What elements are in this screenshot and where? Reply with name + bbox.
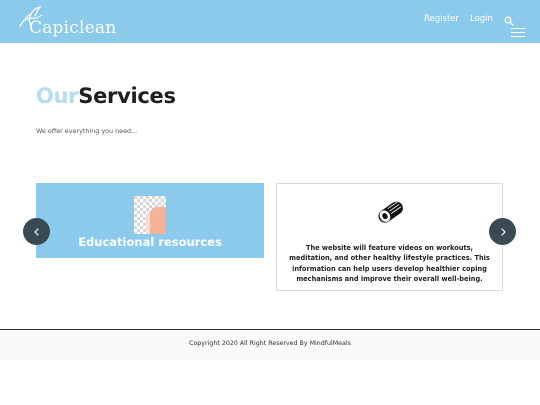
hamburger-menu-icon[interactable] (511, 28, 525, 38)
chevron-right-icon (500, 227, 506, 236)
chevron-left-icon (33, 227, 39, 236)
site-logo[interactable]: Capiclean (18, 6, 116, 38)
services-subtitle: We offer everything you need... (36, 127, 138, 135)
login-link[interactable]: Login (470, 14, 493, 24)
image-placeholder-icon (134, 196, 166, 234)
logo-text: Capiclean (29, 18, 117, 38)
heading-prefix: Our (36, 84, 79, 108)
heading-main: Services (78, 84, 176, 108)
carousel-next-button[interactable] (489, 218, 516, 245)
copyright-text: Copyright 2020 All Right Reserved By Min… (189, 340, 351, 347)
search-icon[interactable] (504, 16, 514, 26)
card-description: The website will feature videos on worko… (289, 244, 490, 284)
menu-line (511, 35, 525, 38)
menu-line (511, 31, 525, 34)
site-header: Capiclean Register Login (0, 0, 540, 43)
yoga-mat-icon (378, 201, 403, 223)
service-card-wellbeing[interactable]: The website will feature videos on worko… (276, 183, 503, 291)
card-title: Educational resources (78, 235, 222, 249)
services-heading: OurServices (36, 84, 176, 108)
menu-line (511, 28, 525, 30)
carousel-prev-button[interactable] (23, 218, 50, 245)
register-link[interactable]: Register (424, 14, 459, 24)
service-card-educational[interactable]: Educational resources (36, 183, 264, 258)
